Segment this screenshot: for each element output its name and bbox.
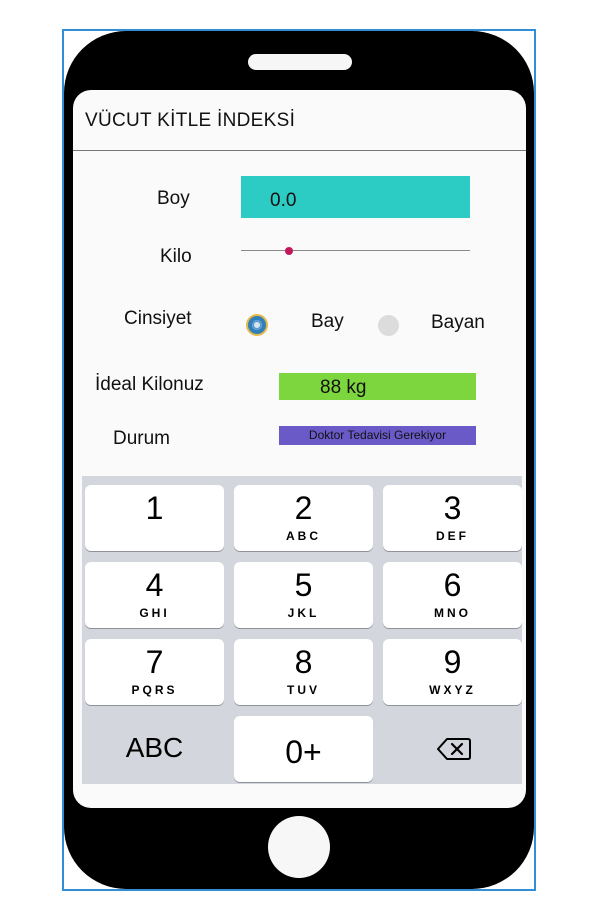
key-2[interactable]: 2 ABC bbox=[234, 485, 373, 551]
key-letters: ABC bbox=[286, 529, 321, 543]
height-label: Boy bbox=[157, 188, 190, 209]
key-zero-label: 0+ bbox=[285, 734, 322, 770]
backspace-icon bbox=[437, 738, 471, 760]
key-letters: WXYZ bbox=[429, 683, 476, 697]
key-digit: 3 bbox=[443, 490, 462, 526]
key-digit: 9 bbox=[443, 644, 462, 680]
key-digit: 7 bbox=[145, 644, 164, 680]
weight-slider[interactable] bbox=[241, 250, 470, 251]
key-3[interactable]: 3 DEF bbox=[383, 485, 522, 551]
status-value: Doktor Tedavisi Gerekiyor bbox=[308, 428, 447, 442]
phone-speaker bbox=[248, 54, 352, 70]
numeric-keypad: 1 2 ABC 3 DEF 4 GHI 5 JKL 6 MNO 7 PQRS 8 bbox=[82, 476, 522, 784]
key-5[interactable]: 5 JKL bbox=[234, 562, 373, 628]
key-8[interactable]: 8 TUV bbox=[234, 639, 373, 705]
key-letters: TUV bbox=[287, 683, 320, 697]
gender-option-bayan-label[interactable]: Bayan bbox=[431, 312, 485, 334]
key-digit: 2 bbox=[294, 490, 313, 526]
key-digit: 8 bbox=[294, 644, 313, 680]
gender-radio-bay[interactable] bbox=[246, 314, 268, 336]
status-label: Durum bbox=[113, 428, 171, 449]
status-field: Doktor Tedavisi Gerekiyor bbox=[279, 426, 476, 445]
key-4[interactable]: 4 GHI bbox=[85, 562, 224, 628]
key-digit: 6 bbox=[443, 567, 462, 603]
weight-label: Kilo bbox=[160, 246, 192, 267]
ideal-weight-label: İdeal Kilonuz bbox=[95, 374, 204, 395]
height-value: 0.0 bbox=[270, 190, 297, 211]
key-digit: 4 bbox=[145, 567, 164, 603]
key-1[interactable]: 1 bbox=[85, 485, 224, 551]
key-letters: PQRS bbox=[131, 683, 178, 697]
weight-slider-thumb[interactable] bbox=[285, 247, 294, 255]
key-6[interactable]: 6 MNO bbox=[383, 562, 522, 628]
key-digit: 5 bbox=[294, 567, 313, 603]
key-abc-label: ABC bbox=[125, 732, 184, 763]
key-letters: GHI bbox=[139, 606, 170, 620]
key-letters: DEF bbox=[436, 529, 469, 543]
ideal-weight-field: 88 kg bbox=[279, 373, 476, 400]
key-letters: MNO bbox=[434, 606, 471, 620]
key-abc[interactable]: ABC bbox=[85, 716, 224, 782]
gender-label: Cinsiyet bbox=[124, 308, 192, 329]
gender-radio-bayan[interactable] bbox=[378, 315, 399, 336]
home-button[interactable] bbox=[268, 816, 330, 878]
key-9[interactable]: 9 WXYZ bbox=[383, 639, 522, 705]
height-input[interactable]: 0.0 bbox=[241, 176, 470, 218]
key-letters: JKL bbox=[287, 606, 320, 620]
key-digit: 1 bbox=[145, 490, 164, 526]
key-0[interactable]: 0+ bbox=[234, 716, 373, 782]
ideal-weight-value: 88 kg bbox=[320, 377, 367, 398]
key-delete[interactable] bbox=[383, 716, 522, 782]
title-divider bbox=[73, 150, 526, 151]
key-7[interactable]: 7 PQRS bbox=[85, 639, 224, 705]
app-screen: VÜCUT KİTLE İNDEKSİ Boy 0.0 Kilo Cinsiye… bbox=[73, 90, 526, 808]
page-title: VÜCUT KİTLE İNDEKSİ bbox=[85, 110, 296, 131]
gender-option-bay-label[interactable]: Bay bbox=[311, 311, 344, 333]
